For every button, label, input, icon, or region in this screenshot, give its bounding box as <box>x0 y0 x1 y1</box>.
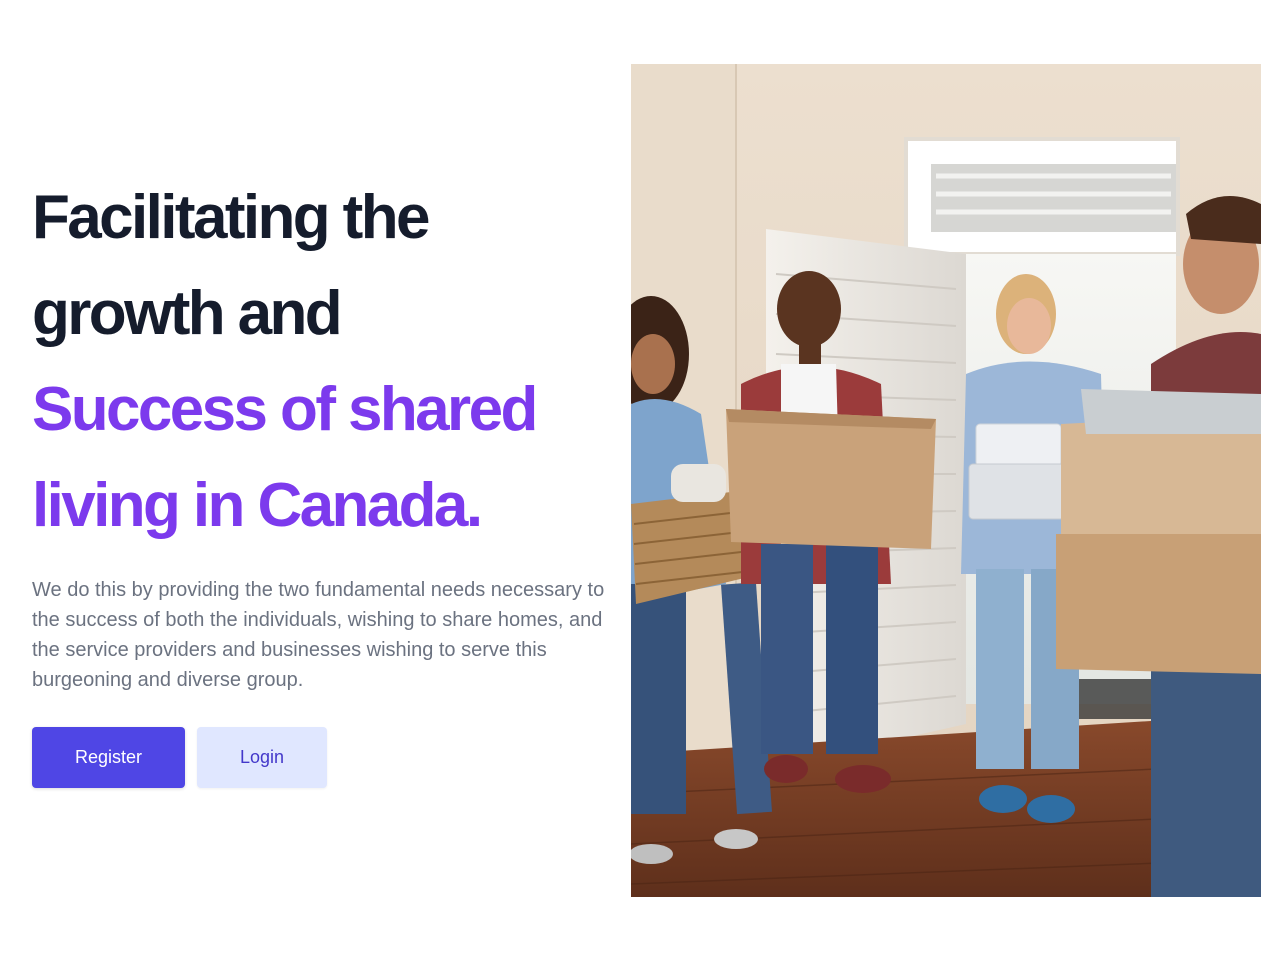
headline-line-1: Facilitating the <box>32 183 430 252</box>
login-button[interactable]: Login <box>197 727 327 788</box>
hero-image <box>631 64 1261 897</box>
register-button[interactable]: Register <box>32 727 185 788</box>
headline-accent-line-1: Success of shared <box>32 375 538 444</box>
headline-accent-line-2: living in Canada. <box>32 471 483 540</box>
moving-day-illustration <box>631 64 1261 897</box>
headline-line-2: growth and <box>32 279 343 348</box>
hero-actions: Register Login <box>32 727 612 788</box>
hero-content: Facilitating the growth and Success of s… <box>32 170 612 788</box>
hero-description: We do this by providing the two fundamen… <box>32 579 605 691</box>
landing-page: Facilitating the growth and Success of s… <box>0 0 1261 953</box>
hero-headline: Facilitating the growth and Success of s… <box>32 170 612 554</box>
